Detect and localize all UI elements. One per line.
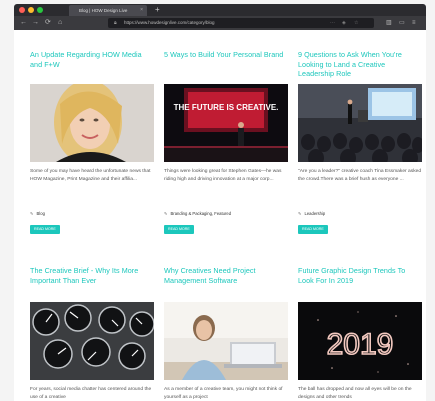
close-window-icon[interactable] — [19, 7, 25, 13]
article-card: The Creative Brief - Why Its More Import… — [30, 266, 154, 400]
article-image-cockpit[interactable] — [30, 302, 154, 380]
blog-grid: An Update Regarding HOW Media and F+W So… — [14, 30, 426, 401]
page: Blog | HOW Design Live × + ← → ⟳ ⌂ 🔒︎ ht… — [0, 0, 435, 401]
pocket-icon[interactable]: ◈ — [342, 18, 346, 28]
year-text: 2019 — [327, 328, 394, 361]
bookmark-star-icon[interactable]: ☆ — [354, 18, 358, 28]
read-more-button[interactable]: READ MORE — [298, 225, 328, 234]
article-title[interactable]: 5 Ways to Build Your Personal Brand — [164, 50, 288, 60]
lock-icon: 🔒︎ — [114, 20, 117, 26]
read-more-button[interactable]: READ MORE — [164, 225, 194, 234]
reload-icon[interactable]: ⟳ — [45, 18, 51, 28]
more-icon[interactable]: ⋯ — [330, 18, 335, 28]
close-tab-icon[interactable]: × — [140, 5, 143, 16]
article-tag-list[interactable]: Blog — [37, 211, 45, 216]
article-title[interactable]: Why Creatives Need Project Management So… — [164, 266, 288, 285]
browser-tab[interactable]: Blog | HOW Design Live × — [69, 5, 147, 16]
browser-tab-title: Blog | HOW Design Live — [79, 8, 128, 13]
tag-icon: ✎ — [30, 211, 34, 216]
browser-tab-bar: Blog | HOW Design Live × + — [14, 4, 426, 16]
article-tags: ✎ Branding & Packaging, Featured — [164, 211, 288, 216]
article-tags: ✎ Blog — [30, 211, 154, 216]
tag-icon: ✎ — [164, 211, 168, 216]
new-tab-icon[interactable]: + — [155, 4, 160, 16]
article-card: 5 Ways to Build Your Personal Brand THE … — [164, 50, 288, 234]
article-tags: ✎ Leadership — [298, 211, 422, 216]
article-tag-list[interactable]: Leadership — [305, 211, 326, 216]
url-text[interactable]: https://www.howdesignlive.com/category/b… — [124, 18, 215, 28]
article-title[interactable]: 9 Questions to Ask When You're Looking t… — [298, 50, 422, 79]
article-excerpt: As a member of a creative team, you migh… — [164, 387, 283, 400]
article-excerpt: "Are you a leader?" creative coach Tina … — [298, 169, 422, 182]
browser-toolbar: ← → ⟳ ⌂ 🔒︎ https://www.howdesignlive.com… — [14, 16, 426, 30]
address-bar[interactable]: 🔒︎ https://www.howdesignlive.com/categor… — [108, 18, 374, 28]
article-card: Future Graphic Design Trends To Look For… — [298, 266, 422, 400]
article-image-conference[interactable] — [298, 84, 422, 162]
article-image-portrait[interactable] — [30, 84, 154, 162]
article-image-stage[interactable]: THE FUTURE IS CREATIVE. — [164, 84, 288, 162]
maximize-window-icon[interactable] — [37, 7, 43, 13]
article-excerpt: Things were looking great for Stephen Ga… — [164, 169, 282, 182]
slide-text: THE FUTURE IS CREATIVE. — [174, 103, 279, 112]
article-card: 9 Questions to Ask When You're Looking t… — [298, 50, 422, 234]
article-title[interactable]: Future Graphic Design Trends To Look For… — [298, 266, 422, 285]
article-card: Why Creatives Need Project Management So… — [164, 266, 288, 400]
article-title[interactable]: The Creative Brief - Why Its More Import… — [30, 266, 154, 285]
article-card: An Update Regarding HOW Media and F+W So… — [30, 50, 154, 234]
home-icon[interactable]: ⌂ — [58, 18, 62, 28]
library-icon[interactable]: ▥ — [386, 18, 392, 28]
article-title[interactable]: An Update Regarding HOW Media and F+W — [30, 50, 154, 69]
article-tag-list[interactable]: Branding & Packaging, Featured — [171, 211, 232, 216]
sidebar-icon[interactable]: ▭ — [399, 18, 405, 28]
menu-icon[interactable]: ≡ — [412, 18, 416, 28]
tag-icon: ✎ — [298, 211, 302, 216]
forward-arrow-icon[interactable]: → — [32, 18, 39, 28]
article-image-office[interactable] — [164, 302, 288, 380]
article-excerpt: The ball has dropped and now all eyes wi… — [298, 387, 412, 400]
read-more-button[interactable]: READ MORE — [30, 225, 60, 234]
back-arrow-icon[interactable]: ← — [20, 18, 27, 28]
article-image-sparkler[interactable]: 2019 — [298, 302, 422, 380]
article-excerpt: Some of you may have heard the unfortuna… — [30, 169, 151, 182]
article-excerpt: For years, social media chatter has cent… — [30, 387, 152, 400]
minimize-window-icon[interactable] — [28, 7, 34, 13]
